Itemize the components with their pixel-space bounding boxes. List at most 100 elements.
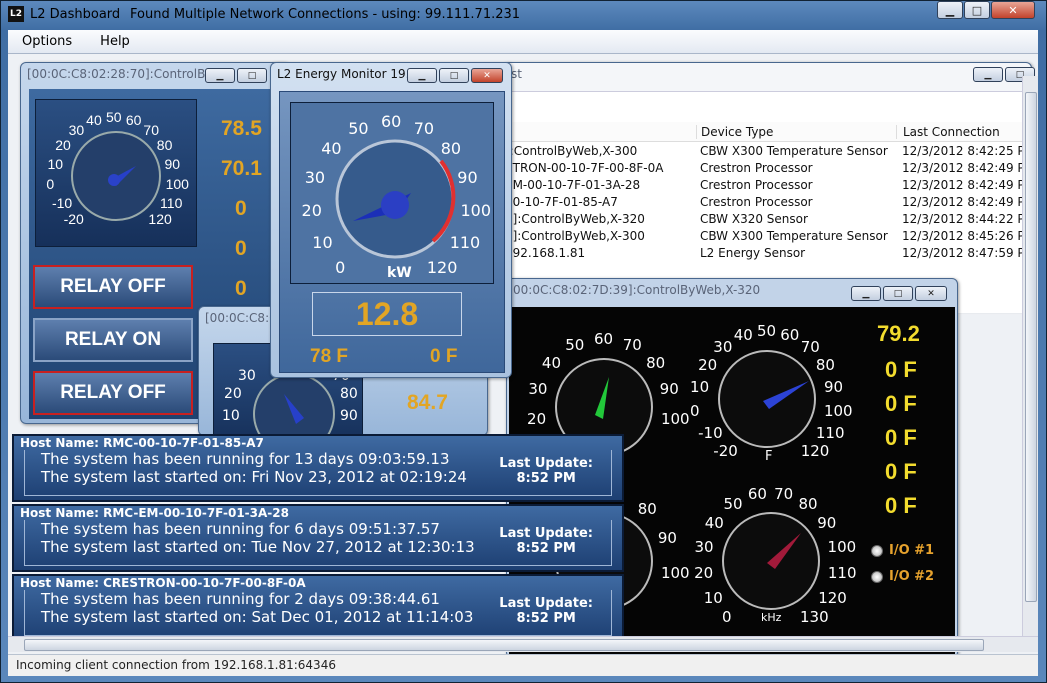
- notification-3[interactable]: Host Name: CRESTRON-00-10-7F-00-8F-0A Th…: [12, 574, 624, 642]
- table-row[interactable]: 192.168.1.81 L2 Energy Sensor 12/3/2012 8:…: [503, 244, 1035, 261]
- minimize-button[interactable]: ▁: [937, 1, 963, 19]
- relay-1-button[interactable]: RELAY OFF: [33, 265, 193, 309]
- app-title: L2 Dashboard: [30, 7, 121, 22]
- io-2[interactable]: I/O #2: [871, 569, 934, 584]
- tick: 90: [340, 408, 358, 424]
- gauge-tick-label: -10: [51, 195, 73, 212]
- energy-maximize-button[interactable]: □: [439, 68, 469, 83]
- gauge-tick-label: 50: [348, 119, 369, 138]
- gauge-tick-label: 110: [449, 233, 481, 252]
- mdi-client: st ▁ □ Device Type Last Connection ]:Con…: [8, 54, 1038, 654]
- x320-close-button[interactable]: ✕: [915, 286, 947, 301]
- energy-value: 12.8: [312, 292, 462, 336]
- notification-host: Host Name: CRESTRON-00-10-7F-00-8F-0A: [20, 576, 306, 590]
- gauge-tick-label: 30: [304, 167, 326, 187]
- table-row[interactable]: 00-10-7F-01-85-A7 Crestron Processor 12/3/…: [503, 193, 1035, 210]
- cell-type: Crestron Processor: [700, 177, 813, 192]
- menu-options[interactable]: Options: [8, 34, 86, 49]
- cell-type: Crestron Processor: [700, 194, 813, 209]
- notification-host: Host Name: RMC-EM-00-10-7F-01-3A-28: [20, 506, 289, 520]
- gauge-tick-label: 60: [381, 112, 402, 131]
- tick: 20: [224, 386, 242, 402]
- energy-monitor-window[interactable]: L2 Energy Monitor 19... ▁ □ ✕ 0 10 20 30 40 5…: [270, 62, 512, 378]
- energy-close-button[interactable]: ✕: [471, 68, 503, 83]
- table-row[interactable]: E]:ControlByWeb,X-300 CBW X300 Temperatur…: [503, 227, 1035, 244]
- relay-minimize-button[interactable]: ▁: [205, 68, 235, 83]
- gauge-tick-label: 30: [713, 337, 733, 356]
- second-value: 84.7: [407, 391, 448, 414]
- relay-value-5: 0: [235, 277, 247, 300]
- cell-host: STRON-00-10-7F-00-8F-0A: [505, 160, 664, 175]
- cell-type: L2 Energy Sensor: [700, 245, 806, 260]
- cell-host: EM-00-10-7F-01-3A-28: [505, 177, 641, 192]
- cell-host: E]:ControlByWeb,X-300: [505, 228, 645, 243]
- horizontal-scrollbar[interactable]: [8, 636, 1038, 652]
- vertical-scrollbar[interactable]: [1022, 76, 1038, 636]
- relay-2-button[interactable]: RELAY ON: [33, 318, 193, 362]
- maximize-button[interactable]: □: [964, 1, 990, 19]
- relay-3-button[interactable]: RELAY OFF: [33, 371, 193, 415]
- energy-temp-2: 0 F: [430, 346, 458, 367]
- gauge2-unit: F: [765, 449, 773, 464]
- table-row[interactable]: EM-00-10-7F-01-3A-28 Crestron Processor 12…: [503, 176, 1035, 193]
- app-icon: L2: [8, 6, 24, 22]
- gauge-tick-label: 60: [594, 330, 614, 348]
- relay-maximize-button[interactable]: □: [237, 68, 267, 83]
- gauge-tick-label: 10: [690, 378, 710, 397]
- table-row[interactable]: ]:ControlByWeb,X-300 CBW X300 Temperature…: [503, 142, 1036, 159]
- gauge-tick-label: 70: [800, 337, 820, 356]
- relay-value-3: 0: [235, 197, 247, 220]
- relay-value-4: 0: [235, 237, 247, 260]
- gauge-tick-label: 40: [541, 354, 561, 373]
- gauge-tick-label: 30: [528, 380, 548, 399]
- gauge-tick-label: -20: [63, 211, 84, 228]
- device-list-window[interactable]: st ▁ □ Device Type Last Connection ]:Con…: [502, 62, 1036, 313]
- cell-host: 9]:ControlByWeb,X-320: [505, 211, 645, 226]
- horizontal-scroll-thumb[interactable]: [24, 639, 984, 651]
- col-last-connection[interactable]: Last Connection: [896, 124, 1016, 139]
- x320-maximize-button[interactable]: □: [883, 286, 913, 301]
- gauge-tick-label: 120: [426, 257, 458, 277]
- x320-value-6: 0 F: [885, 493, 917, 518]
- io-2-radio[interactable]: [871, 570, 883, 583]
- relay-value-2: 70.1: [221, 157, 262, 180]
- gauge-tick-label: 120: [800, 442, 830, 461]
- cell-type: CBW X320 Sensor: [700, 211, 808, 226]
- gauge-tick-label: 80: [637, 499, 657, 518]
- close-button[interactable]: ✕: [991, 1, 1035, 19]
- status-bar: Incoming client connection from 192.168.…: [8, 654, 1038, 676]
- notification-2[interactable]: Host Name: RMC-EM-00-10-7F-01-3A-28 The …: [12, 504, 624, 572]
- gauge-tick-label: 100: [827, 537, 857, 556]
- device-list-minimize-button[interactable]: ▁: [973, 67, 1003, 82]
- gauge-tick-label: 110: [827, 564, 857, 583]
- notification-1[interactable]: Host Name: RMC-00-10-7F-01-85-A7 The sys…: [12, 434, 624, 502]
- gauge-tick-label: 120: [818, 588, 847, 607]
- gauge-tick-label: 60: [747, 485, 767, 504]
- relay-value-1: 78.5: [221, 117, 262, 140]
- gauge-tick-label: 0: [721, 607, 732, 626]
- energy-minimize-button[interactable]: ▁: [407, 68, 437, 83]
- x320-value-2: 0 F: [885, 357, 917, 382]
- gauge-tick-label: 90: [457, 167, 478, 187]
- gauge-tick-label: 90: [659, 380, 679, 399]
- gauge-tick-label: 20: [55, 137, 71, 154]
- vertical-scroll-thumb[interactable]: [1025, 92, 1037, 602]
- col-device-type[interactable]: Device Type: [696, 124, 896, 139]
- menu-help[interactable]: Help: [86, 34, 144, 49]
- io-1[interactable]: I/O #1: [871, 543, 934, 558]
- gauge-tick-label: 40: [321, 138, 342, 158]
- gauge-tick-label: 30: [68, 122, 85, 139]
- gauge-tick-label: 0: [690, 401, 700, 420]
- last-update-label: Last Update:: [499, 456, 593, 471]
- gauge-tick-label: 80: [156, 137, 173, 154]
- last-update-time: 8:52 PM: [516, 611, 576, 626]
- table-row[interactable]: 9]:ControlByWeb,X-320 CBW X320 Sensor 12/3…: [503, 210, 1035, 227]
- x320-minimize-button[interactable]: ▁: [851, 286, 881, 301]
- cell-time: 12/3/2012 8:42:25 PM: [902, 143, 1036, 158]
- io-1-label: I/O #1: [889, 543, 935, 558]
- gauge-tick-label: 90: [657, 528, 677, 547]
- io-2-label: I/O #2: [889, 569, 935, 584]
- table-row[interactable]: STRON-00-10-7F-00-8F-0A Crestron Processo…: [503, 159, 1035, 176]
- table-header: Device Type Last Connection: [503, 122, 1033, 142]
- io-1-radio[interactable]: [871, 544, 883, 557]
